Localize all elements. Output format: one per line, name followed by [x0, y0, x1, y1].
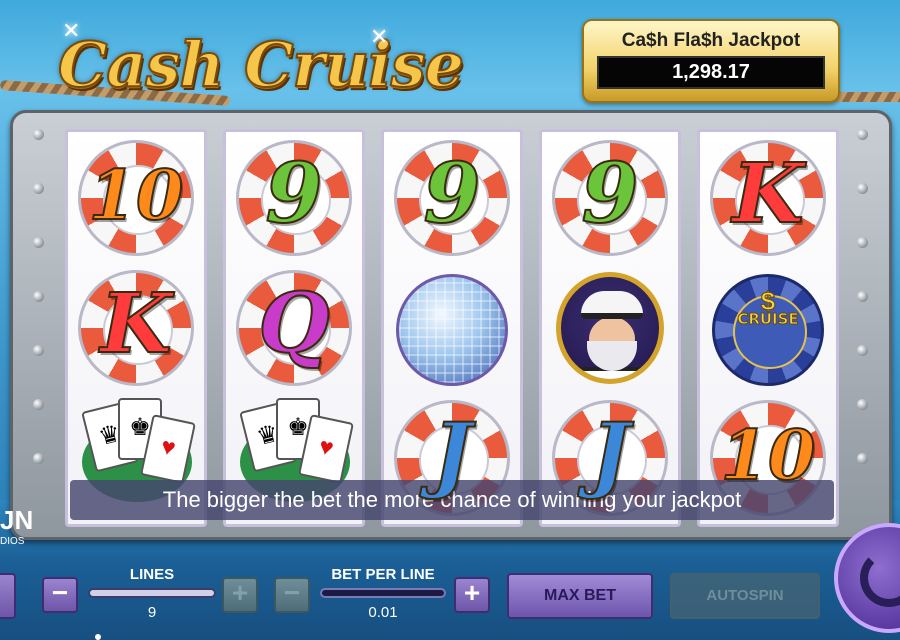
lines-increase-button[interactable]: +	[222, 577, 258, 613]
symbol-cell	[384, 262, 520, 392]
lines-slider[interactable]	[88, 588, 216, 598]
jackpot-amount: 1,298.17	[597, 56, 825, 89]
symbol-cell: 10	[68, 132, 204, 262]
lines-label: LINES	[129, 566, 175, 583]
reel-3: 9 J	[381, 129, 523, 527]
symbol-9: 9	[264, 145, 323, 243]
refresh-icon	[860, 549, 900, 607]
symbol-cell: 9	[226, 132, 362, 262]
symbol-cell: K	[700, 132, 836, 262]
rivet	[857, 183, 868, 194]
rivet	[857, 399, 868, 410]
autospin-button[interactable]: AUTOSPIN	[670, 573, 820, 619]
menu-button[interactable]	[0, 573, 16, 619]
symbol-cell: Q	[226, 262, 362, 392]
rivet	[33, 345, 44, 356]
symbol-10: 10	[720, 415, 817, 497]
game-logo: Cash Cruise ✕ ✕	[57, 18, 478, 104]
game-title: Cash Cruise	[57, 27, 465, 102]
max-bet-button[interactable]: MAX BET	[507, 573, 653, 619]
reel-1: 10 K ♛ ♚ ♥	[65, 129, 207, 527]
bet-per-line-label: BET PER LINE	[331, 566, 435, 583]
symbol-cell: 9	[384, 132, 520, 262]
rivet	[33, 291, 44, 302]
symbol-cell	[542, 262, 678, 392]
reel-frame: 10 K ♛ ♚ ♥ 9 Q ♛ ♚ ♥ 9 J 9 J K $ CRUISE …	[10, 110, 892, 540]
symbol-cell: 9	[542, 132, 678, 262]
reel-5: K $ CRUISE 10	[697, 129, 839, 527]
symbol-k: K	[99, 275, 172, 373]
studio-logo: JN	[0, 505, 34, 535]
symbol-10: 10	[88, 155, 185, 237]
symbol-j: J	[590, 405, 631, 503]
reel-4: 9 J	[539, 129, 681, 527]
sparkle-icon: ✕	[370, 24, 389, 49]
rivet	[857, 129, 868, 140]
bet-slider[interactable]	[320, 588, 446, 598]
symbol-9: 9	[422, 145, 481, 243]
symbol-cell: K	[68, 262, 204, 392]
page-indicator-dot	[95, 634, 101, 640]
rivet	[33, 237, 44, 248]
rivet	[33, 399, 44, 410]
studio-logo-sub: DIOS	[0, 536, 25, 547]
symbol-k: K	[731, 145, 804, 243]
rivet	[33, 129, 44, 140]
chip-label: CRUISE	[737, 310, 799, 329]
reel-2: 9 Q ♛ ♚ ♥	[223, 129, 365, 527]
lines-decrease-button[interactable]: −	[42, 577, 78, 613]
rivet	[857, 291, 868, 302]
lines-value: 9	[147, 604, 157, 621]
sparkle-icon: ✕	[62, 18, 81, 43]
bet-per-line-value: 0.01	[368, 604, 398, 621]
bet-decrease-button[interactable]: −	[274, 577, 310, 613]
rivet	[33, 183, 44, 194]
symbol-9: 9	[580, 145, 639, 243]
captain-icon	[556, 272, 664, 384]
symbol-cell: $ CRUISE	[700, 262, 836, 392]
symbol-q: Q	[257, 275, 330, 373]
rivet	[857, 237, 868, 248]
symbol-j: J	[432, 405, 473, 503]
bet-increase-button[interactable]: +	[454, 577, 490, 613]
rivet	[33, 453, 44, 464]
rivet	[857, 345, 868, 356]
disco-ball-icon	[396, 274, 508, 386]
jackpot-panel: Ca$h Fla$h Jackpot 1,298.17	[582, 19, 840, 103]
rivet	[857, 453, 868, 464]
jackpot-title: Ca$h Fla$h Jackpot	[621, 30, 801, 51]
